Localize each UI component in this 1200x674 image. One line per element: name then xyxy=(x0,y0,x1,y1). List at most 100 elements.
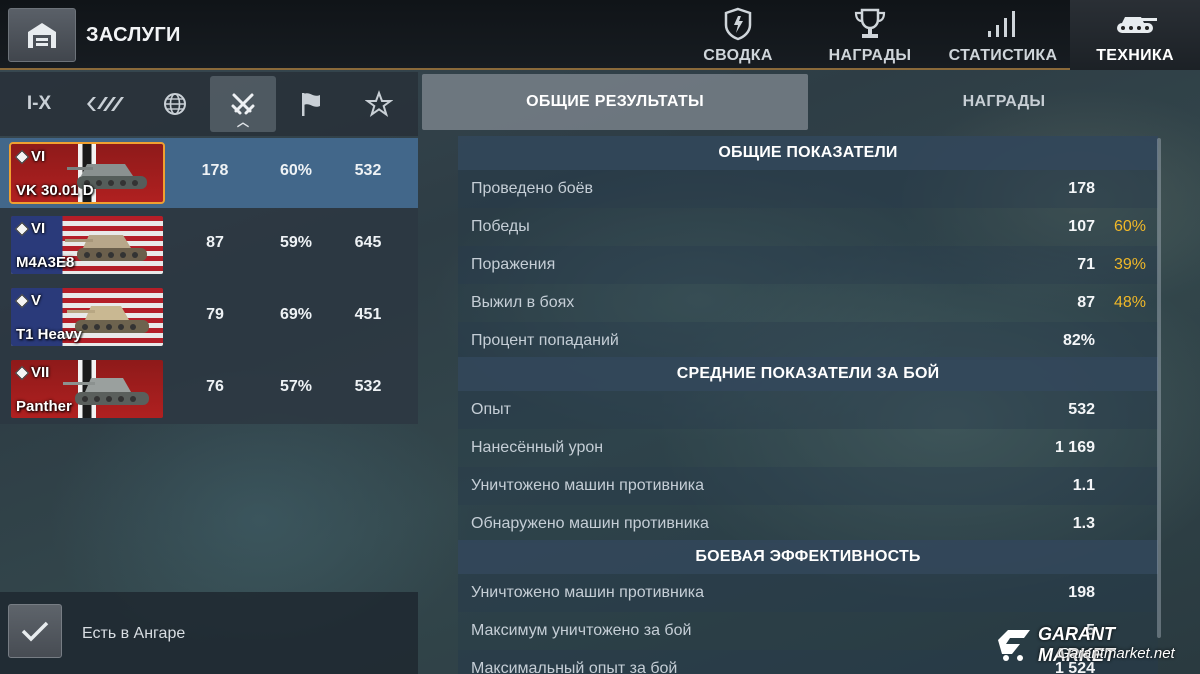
stat-value: 82% xyxy=(1062,332,1095,349)
stat-row: Выжил в боях 87 48% xyxy=(458,284,1158,322)
vehicle-card: V T1 Heavy xyxy=(11,288,163,346)
stat-value: 71 xyxy=(1077,256,1095,273)
vehicle-battles: 87 xyxy=(206,234,224,251)
vehicle-card: VII Panther xyxy=(11,360,163,418)
stat-row: Нанесённый урон 1 169 xyxy=(458,429,1158,467)
vehicle-avg-exp: 645 xyxy=(354,234,382,251)
vehicle-battles: 79 xyxy=(206,306,224,323)
vehicle-avg-exp: 532 xyxy=(354,378,382,395)
tab-awards[interactable]: НАГРАДЫ xyxy=(822,0,918,70)
stat-label: Обнаружено машин противника xyxy=(471,515,709,532)
stat-value: 107 xyxy=(1068,218,1095,235)
in-hangar-checkbox[interactable] xyxy=(8,604,62,658)
medium-tank-class-icon xyxy=(14,149,30,164)
vehicle-name: T1 Heavy xyxy=(16,326,82,343)
in-hangar-label: Есть в Ангаре xyxy=(82,625,186,642)
vehicle-class-filter[interactable] xyxy=(72,76,138,132)
section-header: ОБЩИЕ ПОКАЗАТЕЛИ xyxy=(458,136,1158,170)
vehicle-avg-exp: 532 xyxy=(354,162,382,179)
stat-label: Победы xyxy=(471,218,530,235)
stat-row: Уничтожено машин противника 1.1 xyxy=(458,467,1158,505)
battle-type-filter[interactable]: ︿ xyxy=(210,76,276,132)
vehicle-tier-label: VII xyxy=(31,364,50,381)
vehicle-card: VI M4A3E8 xyxy=(11,216,163,274)
tab-vehicles[interactable]: ТЕХНИКА xyxy=(1070,0,1200,70)
mode-filter[interactable] xyxy=(278,76,344,132)
nation-filter[interactable] xyxy=(142,76,208,132)
tab-statistics-label: СТАТИСТИКА xyxy=(948,47,1058,64)
stat-row: Опыт 532 xyxy=(458,391,1158,429)
tank-image xyxy=(65,235,147,261)
section-header: БОЕВАЯ ЭФФЕКТИВНОСТЬ xyxy=(458,540,1158,574)
vehicle-row[interactable]: VI M4A3E8 87 59% 645 xyxy=(0,210,418,280)
vehicle-list: VI VK 30.01 D 178 60% 532 VI M4A3E8 87 5… xyxy=(0,138,418,424)
checkmark-icon xyxy=(21,621,49,642)
garant-market-logo-icon xyxy=(998,630,1030,661)
section-header: СРЕДНИЕ ПОКАЗАТЕЛИ ЗА БОЙ xyxy=(458,357,1158,391)
vehicle-tier-label: V xyxy=(31,292,42,309)
stats-panel: ОБЩИЕ ПОКАЗАТЕЛИ Проведено боёв 178 Побе… xyxy=(458,136,1158,674)
bar-chart-icon xyxy=(985,7,1021,41)
tab-vehicles-label: ТЕХНИКА xyxy=(1096,47,1174,64)
stat-label: Проведено боёв xyxy=(471,180,594,197)
vehicle-row[interactable]: VII Panther 76 57% 532 xyxy=(0,354,418,424)
hangar-home-button[interactable] xyxy=(8,8,76,62)
stat-label: Выжил в боях xyxy=(471,294,575,311)
tank-image xyxy=(63,378,149,405)
stat-label: Уничтожено машин противника xyxy=(471,477,705,494)
stat-value: 1.1 xyxy=(1072,477,1095,494)
vehicle-tier: VII xyxy=(14,364,50,381)
stat-value: 1 169 xyxy=(1054,439,1095,456)
stat-percent: 48% xyxy=(1114,294,1147,311)
chevron-up-icon: ︿ xyxy=(236,115,250,129)
subtab-awards[interactable]: НАГРАДЫ xyxy=(808,74,1200,130)
star-icon xyxy=(365,90,393,118)
subtab-general-results[interactable]: ОБЩИЕ РЕЗУЛЬТАТЫ xyxy=(422,74,808,130)
heavy-tank-class-icon xyxy=(14,293,30,308)
vehicle-row[interactable]: VI VK 30.01 D 178 60% 532 xyxy=(0,138,418,208)
in-hangar-filter: Есть в Ангаре xyxy=(0,592,418,674)
stat-label: Поражения xyxy=(471,256,556,273)
vehicle-winrate: 60% xyxy=(279,162,313,179)
vehicle-name: M4A3E8 xyxy=(16,254,75,271)
stats-scrollbar[interactable] xyxy=(1157,138,1161,638)
flag-icon xyxy=(302,93,320,116)
vehicle-row[interactable]: V T1 Heavy 79 69% 451 xyxy=(0,282,418,352)
tab-statistics[interactable]: СТАТИСТИКА xyxy=(946,0,1060,70)
stat-value: 1.3 xyxy=(1072,515,1095,532)
nation-globe-icon xyxy=(164,93,186,115)
stat-value: 87 xyxy=(1077,294,1095,311)
vehicle-avg-exp: 451 xyxy=(354,306,382,323)
vehicle-filter-bar: I-X ︿ xyxy=(0,72,418,136)
tier-filter[interactable]: I-X xyxy=(6,76,72,132)
stat-label: Процент попаданий xyxy=(471,332,619,349)
tank-icon xyxy=(1111,7,1159,41)
stat-value: 532 xyxy=(1068,401,1095,418)
vehicle-tier: VI xyxy=(14,148,45,165)
top-bar: ЗАСЛУГИ СВОДКА НАГРАДЫ СТАТИСТИКА ТЕХНИК… xyxy=(0,0,1200,70)
stat-row: Обнаружено машин противника 1.3 xyxy=(458,505,1158,543)
stat-label: Нанесённый урон xyxy=(471,439,604,456)
tab-summary[interactable]: СВОДКА xyxy=(690,0,786,70)
vehicle-battles: 178 xyxy=(201,162,229,179)
favorites-filter[interactable] xyxy=(346,76,412,132)
stat-percent: 60% xyxy=(1114,218,1147,235)
stat-label: Опыт xyxy=(471,401,511,418)
vehicle-winrate: 59% xyxy=(279,234,313,251)
tab-summary-label: СВОДКА xyxy=(703,47,773,64)
watermark-url: Garantmarket.net xyxy=(1058,645,1175,662)
stat-row: Процент попаданий 82% xyxy=(458,322,1158,360)
garage-icon xyxy=(28,23,56,48)
medium-tank-class-icon xyxy=(14,365,30,380)
stat-percent: 39% xyxy=(1114,256,1147,273)
stat-label: Максимум уничтожено за бой xyxy=(471,622,692,639)
vehicle-name: Panther xyxy=(16,398,72,415)
stat-row: Уничтожено машин противника 198 xyxy=(458,574,1158,612)
stat-label: Уничтожено машин противника xyxy=(471,584,705,601)
trophy-icon xyxy=(852,7,888,41)
stat-label: Максимальный опыт за бой xyxy=(471,660,678,674)
medium-tank-class-icon xyxy=(14,221,30,236)
vehicle-class-icon xyxy=(87,97,124,111)
stat-row: Победы 107 60% xyxy=(458,208,1158,246)
vehicle-winrate: 69% xyxy=(279,306,313,323)
